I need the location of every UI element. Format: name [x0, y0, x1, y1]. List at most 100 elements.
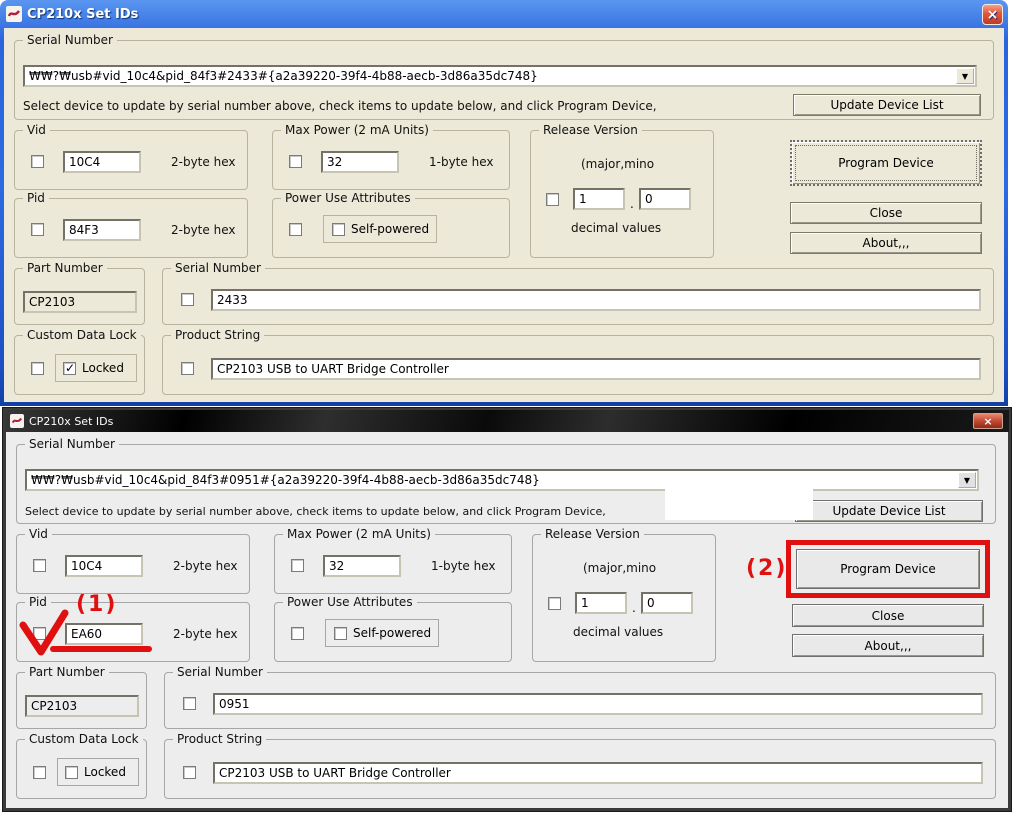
release-version-sublabel: (major,mino	[583, 561, 656, 575]
release-minor-field[interactable]: 0	[639, 188, 691, 210]
product-string-group-label: Product String	[171, 328, 264, 342]
vid-group-label: Vid	[23, 123, 50, 137]
dialog-top-titlebar[interactable]: CP210x Set IDs ×	[0, 0, 1008, 28]
vid-field[interactable]: 10C4	[63, 151, 141, 173]
program-device-button[interactable]: Program Device	[790, 140, 982, 186]
product-string-group: Product String CP2103 USB to UART Bridge…	[162, 335, 994, 395]
max-power-hint: 1-byte hex	[429, 155, 493, 169]
pid-enable-checkbox[interactable]	[31, 223, 44, 236]
serial-enable-checkbox[interactable]	[183, 697, 196, 710]
custom-data-lock-group-label: Custom Data Lock	[25, 732, 143, 746]
about-button[interactable]: About,,,	[792, 634, 984, 657]
max-power-group-label: Max Power (2 mA Units)	[281, 123, 433, 137]
close-icon[interactable]: ×	[973, 413, 1003, 429]
locked-box: Locked	[55, 354, 137, 382]
serial-field[interactable]: 2433	[211, 289, 981, 311]
serial-number-group: Serial Number ₩₩?₩usb#vid_10c4&pid_84f3#…	[16, 444, 996, 524]
vid-enable-checkbox[interactable]	[31, 155, 44, 168]
serial-number-group: Serial Number ₩₩?₩usb#vid_10c4&pid_84f3#…	[14, 40, 994, 120]
update-device-list-button[interactable]: Update Device List	[795, 500, 983, 522]
product-string-field[interactable]: CP2103 USB to UART Bridge Controller	[211, 358, 981, 380]
app-icon	[6, 6, 22, 22]
release-version-enable-checkbox[interactable]	[546, 193, 559, 206]
release-minor-field[interactable]: 0	[641, 592, 693, 614]
product-string-group-label: Product String	[173, 732, 266, 746]
serial-field-group-label: Serial Number	[173, 665, 267, 679]
power-use-enable-checkbox[interactable]	[291, 627, 304, 640]
custom-data-lock-group-label: Custom Data Lock	[23, 328, 141, 342]
self-powered-label: Self-powered	[353, 626, 431, 640]
serial-enable-checkbox[interactable]	[181, 293, 194, 306]
pid-field[interactable]: 84F3	[63, 219, 141, 241]
release-version-group-label: Release Version	[539, 123, 642, 137]
serial-field-group: Serial Number 0951	[164, 672, 996, 729]
product-string-enable-checkbox[interactable]	[183, 766, 196, 779]
vid-group-label: Vid	[25, 527, 52, 541]
max-power-group-label: Max Power (2 mA Units)	[283, 527, 435, 541]
part-number-group: Part Number CP2103	[14, 268, 145, 325]
release-version-enable-checkbox[interactable]	[548, 597, 561, 610]
instruction-text: Select device to update by serial number…	[23, 99, 657, 113]
about-button[interactable]: About,,,	[790, 232, 982, 254]
power-use-enable-checkbox[interactable]	[289, 223, 302, 236]
custom-lock-enable-checkbox[interactable]	[31, 362, 44, 375]
annotation-underline	[50, 646, 152, 652]
pid-hint: 2-byte hex	[171, 223, 235, 237]
annotation-step2: (2)	[746, 556, 787, 581]
locked-box: Locked	[57, 758, 139, 786]
device-serial-combobox[interactable]: ₩₩?₩usb#vid_10c4&pid_84f3#2433#{a2a39220…	[23, 65, 977, 87]
max-power-field[interactable]: 32	[323, 555, 401, 577]
power-use-group-label: Power Use Attributes	[283, 595, 417, 609]
self-powered-checkbox[interactable]	[332, 223, 345, 236]
power-use-group-label: Power Use Attributes	[281, 191, 415, 205]
serial-field-group: Serial Number 2433	[162, 268, 994, 325]
device-serial-combobox[interactable]: ₩₩?₩usb#vid_10c4&pid_84f3#0951#{a2a39220…	[25, 469, 979, 491]
close-icon[interactable]: ×	[982, 4, 1003, 25]
dialog-bottom-titlebar[interactable]: CP210x Set IDs ×	[5, 410, 1009, 432]
custom-data-lock-group: Custom Data Lock Locked	[16, 739, 147, 799]
custom-data-lock-group: Custom Data Lock Locked	[14, 335, 145, 395]
release-version-group: Release Version (major,mino 1 . 0 decima…	[530, 130, 714, 258]
release-major-field[interactable]: 1	[575, 592, 627, 614]
pid-hint: 2-byte hex	[173, 627, 237, 641]
close-button[interactable]: Close	[792, 604, 984, 627]
part-number-field: CP2103	[25, 695, 139, 717]
max-power-enable-checkbox[interactable]	[291, 559, 304, 572]
serial-number-group-label: Serial Number	[25, 437, 119, 451]
locked-checkbox[interactable]	[65, 766, 78, 779]
serial-number-group-label: Serial Number	[23, 33, 117, 47]
chevron-down-icon[interactable]: ▼	[956, 68, 974, 84]
self-powered-checkbox[interactable]	[334, 627, 347, 640]
vid-field[interactable]: 10C4	[65, 555, 143, 577]
locked-checkbox[interactable]	[63, 362, 76, 375]
product-string-field[interactable]: CP2103 USB to UART Bridge Controller	[213, 762, 983, 784]
serial-field-group-label: Serial Number	[171, 261, 265, 275]
self-powered-box: Self-powered	[323, 215, 437, 243]
pid-field[interactable]: EA60	[65, 623, 143, 645]
device-serial-value: ₩₩?₩usb#vid_10c4&pid_84f3#2433#{a2a39220…	[29, 69, 538, 83]
power-use-group: Power Use Attributes Self-powered	[274, 602, 512, 662]
dialog-top-content: Serial Number ₩₩?₩usb#vid_10c4&pid_84f3#…	[4, 28, 1004, 402]
product-string-enable-checkbox[interactable]	[181, 362, 194, 375]
update-device-list-button[interactable]: Update Device List	[793, 94, 981, 116]
release-version-hint: decimal values	[571, 221, 661, 235]
max-power-field[interactable]: 32	[321, 151, 399, 173]
close-button[interactable]: Close	[790, 202, 982, 224]
release-separator: .	[632, 601, 636, 615]
chevron-down-icon[interactable]: ▼	[958, 472, 976, 488]
serial-field[interactable]: 0951	[213, 693, 983, 715]
max-power-hint: 1-byte hex	[431, 559, 495, 573]
part-number-group-label: Part Number	[25, 665, 109, 679]
locked-label: Locked	[82, 361, 124, 375]
vid-group: Vid 10C4 2-byte hex	[16, 534, 250, 594]
instruction-text: Select device to update by serial number…	[25, 505, 606, 518]
max-power-enable-checkbox[interactable]	[289, 155, 302, 168]
window-title: CP210x Set IDs	[27, 7, 138, 22]
custom-lock-enable-checkbox[interactable]	[33, 766, 46, 779]
vid-enable-checkbox[interactable]	[33, 559, 46, 572]
vid-hint: 2-byte hex	[171, 155, 235, 169]
locked-label: Locked	[84, 765, 126, 779]
dialog-bottom-window: CP210x Set IDs × Serial Number ₩₩?₩usb#v…	[2, 407, 1012, 812]
dialog-top-window: CP210x Set IDs × Serial Number ₩₩?₩usb#v…	[0, 0, 1008, 406]
release-major-field[interactable]: 1	[573, 188, 625, 210]
